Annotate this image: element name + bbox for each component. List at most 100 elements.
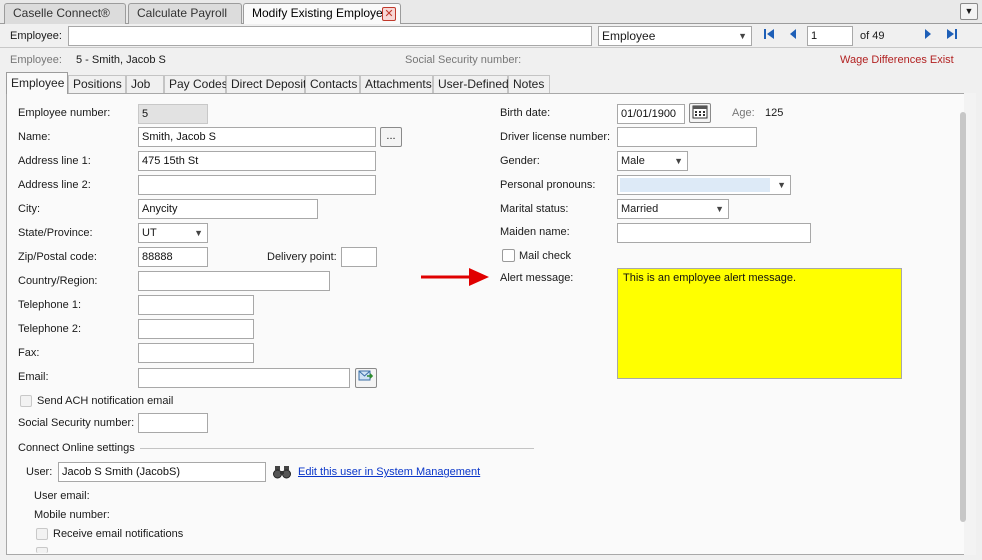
receive-email-notifications-checkbox[interactable] <box>36 528 48 540</box>
telephone2-field[interactable] <box>138 319 254 339</box>
employee-number-label: Employee number: <box>18 107 111 119</box>
chevron-down-icon: ▼ <box>964 6 974 16</box>
alert-message-field[interactable]: This is an employee alert message. <box>617 268 902 379</box>
connect-user-field[interactable]: Jacob S Smith (JacobS) <box>58 462 266 482</box>
ssn-header-label: Social Security number: <box>405 54 522 66</box>
connect-user-label: User: <box>26 466 53 478</box>
employee-number-field: 5 <box>138 104 208 124</box>
calendar-icon <box>692 105 708 122</box>
previous-record-icon[interactable] <box>785 28 801 44</box>
email-label: Email: <box>18 371 49 383</box>
lookup-type-select[interactable]: Employee ▼ <box>598 26 752 46</box>
tab-positions[interactable]: Positions <box>68 75 126 93</box>
zip-field[interactable]: 88888 <box>138 247 208 267</box>
name-label: Name: <box>18 131 51 143</box>
address1-field[interactable]: 475 15th St <box>138 151 376 171</box>
first-record-icon[interactable] <box>761 28 777 44</box>
current-employee-value: 5 - Smith, Jacob S <box>76 54 166 66</box>
gender-select[interactable]: Male ▼ <box>617 151 688 171</box>
pronouns-select[interactable]: ▼ <box>617 175 791 195</box>
tab-pay-codes[interactable]: Pay Codes <box>164 75 228 93</box>
send-email-button[interactable] <box>355 368 377 388</box>
record-total: of 49 <box>860 30 885 42</box>
tab-caselle-connect[interactable]: Caselle Connect® <box>4 3 126 24</box>
tab-job[interactable]: Job <box>126 75 164 93</box>
gender-label: Gender: <box>500 155 540 167</box>
email-field[interactable] <box>138 368 350 388</box>
delivery-point-field[interactable] <box>341 247 377 267</box>
tab-label: Caselle Connect® <box>13 6 110 20</box>
marital-status-select[interactable]: Married ▼ <box>617 199 729 219</box>
send-ach-notification-label: Send ACH notification email <box>37 395 174 407</box>
birth-date-field[interactable]: 01/01/1900 <box>617 104 685 124</box>
employee-search-input[interactable] <box>68 26 592 46</box>
mail-check-label: Mail check <box>519 250 571 262</box>
document-tab-bar: Caselle Connect® Calculate Payroll Modif… <box>0 0 982 25</box>
alert-message-label: Alert message: <box>500 272 574 284</box>
fax-field[interactable] <box>138 343 254 363</box>
name-field[interactable]: Smith, Jacob S <box>138 127 376 147</box>
marital-status-label: Marital status: <box>500 203 569 215</box>
age-label: Age: <box>732 107 755 119</box>
current-employee-label: Employee: <box>10 54 62 66</box>
tab-notes[interactable]: Notes <box>508 75 550 93</box>
state-select[interactable]: UT ▼ <box>138 223 208 243</box>
address1-label: Address line 1: <box>18 155 91 167</box>
tab-label: Modify Existing Employees <box>252 6 396 20</box>
chevron-down-icon: ▼ <box>194 228 203 238</box>
city-field[interactable]: Anycity <box>138 199 318 219</box>
tab-direct-deposit[interactable]: Direct Deposit <box>226 75 306 93</box>
ssn-field[interactable] <box>138 413 208 433</box>
next-option-checkbox[interactable] <box>36 547 48 553</box>
close-icon[interactable]: ✕ <box>382 7 396 21</box>
wage-differences-warning: Wage Differences Exist <box>840 54 954 66</box>
send-ach-notification-checkbox[interactable] <box>20 395 32 407</box>
gender-value: Male <box>621 155 645 167</box>
tab-modify-existing-employees[interactable]: Modify Existing Employees ✕ <box>243 3 401 25</box>
tab-label: Calculate Payroll <box>137 6 228 20</box>
birth-date-label: Birth date: <box>500 107 551 119</box>
driver-license-label: Driver license number: <box>500 131 611 143</box>
address2-label: Address line 2: <box>18 179 91 191</box>
tab-user-defined[interactable]: User-Defined <box>433 75 509 93</box>
send-email-icon <box>358 370 374 386</box>
country-field[interactable] <box>138 271 330 291</box>
next-record-icon[interactable] <box>920 28 936 44</box>
user-email-label: User email: <box>34 490 90 502</box>
tab-attachments[interactable]: Attachments <box>360 75 433 93</box>
last-record-icon[interactable] <box>944 28 960 44</box>
chevron-down-icon: ▼ <box>738 31 747 41</box>
edit-user-link[interactable]: Edit this user in System Management <box>298 466 480 478</box>
telephone1-label: Telephone 1: <box>18 299 81 311</box>
driver-license-field[interactable] <box>617 127 757 147</box>
tab-employee[interactable]: Employee <box>6 72 68 94</box>
tab-contacts[interactable]: Contacts <box>305 75 360 93</box>
receive-email-notifications-label: Receive email notifications <box>53 528 184 540</box>
maiden-name-label: Maiden name: <box>500 226 570 238</box>
pronouns-label: Personal pronouns: <box>500 179 596 191</box>
country-label: Country/Region: <box>18 275 98 287</box>
telephone2-label: Telephone 2: <box>18 323 81 335</box>
maiden-name-field[interactable] <box>617 223 811 243</box>
telephone1-field[interactable] <box>138 295 254 315</box>
state-label: State/Province: <box>18 227 93 239</box>
chevron-down-icon: ▼ <box>777 180 786 190</box>
pronouns-selection-highlight <box>620 178 770 192</box>
chevron-down-icon: ▼ <box>715 204 724 214</box>
record-number-input[interactable]: 1 <box>807 26 853 46</box>
address2-field[interactable] <box>138 175 376 195</box>
vertical-scrollbar-thumb[interactable] <box>960 112 966 522</box>
state-value: UT <box>142 227 157 239</box>
calendar-button[interactable] <box>689 103 711 123</box>
name-details-button[interactable]: ... <box>380 127 402 147</box>
employee-search-label: Employee: <box>10 30 62 42</box>
age-value: 125 <box>765 107 784 119</box>
mail-check-checkbox[interactable] <box>502 249 515 262</box>
binoculars-icon[interactable] <box>272 463 292 481</box>
red-arrow-icon <box>421 268 489 286</box>
tab-list-dropdown-button[interactable]: ▼ <box>960 3 978 20</box>
connect-online-heading: Connect Online settings <box>18 442 135 454</box>
fax-label: Fax: <box>18 347 40 359</box>
zip-label: Zip/Postal code: <box>18 251 97 263</box>
tab-calculate-payroll[interactable]: Calculate Payroll <box>128 3 242 24</box>
